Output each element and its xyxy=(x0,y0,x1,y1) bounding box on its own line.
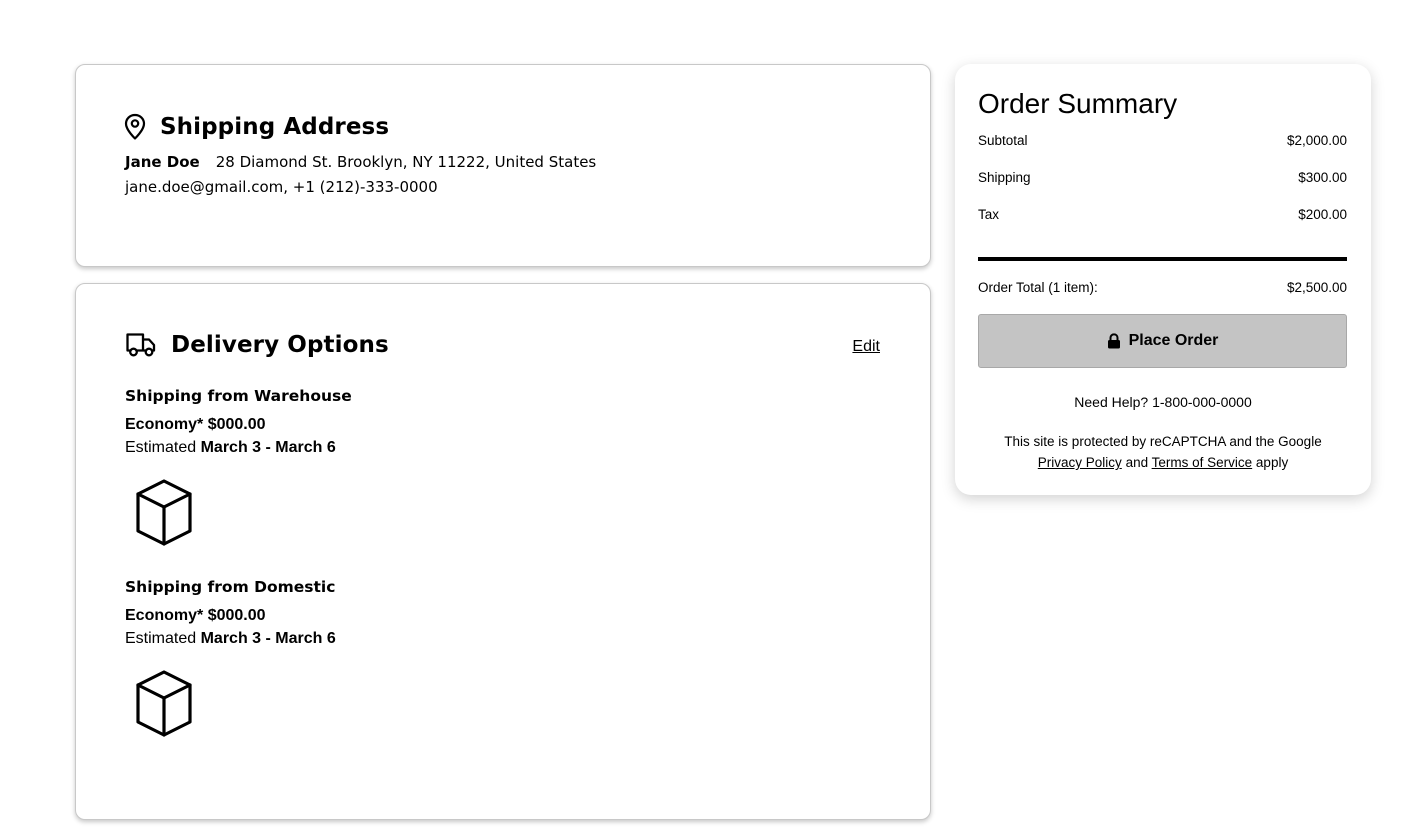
privacy-policy-link[interactable]: Privacy Policy xyxy=(1038,455,1122,470)
summary-row-tax: Tax $200.00 xyxy=(978,207,1347,222)
recaptcha-notice: This site is protected by reCAPTCHA and … xyxy=(955,431,1371,473)
recipient-name: Jane Doe xyxy=(125,153,200,171)
shipping-price: $000.00 xyxy=(207,416,266,433)
and-text: and xyxy=(1125,455,1149,470)
help-text: Need Help? 1-800-000-0000 xyxy=(1074,394,1252,410)
order-total-value: $2,500.00 xyxy=(1286,280,1347,295)
estimated-label: Estimated xyxy=(125,630,197,647)
delivery-options-title: Delivery Options xyxy=(171,332,389,358)
summary-row-subtotal: Subtotal $2,000.00 xyxy=(978,133,1347,148)
street-address: 28 Diamond St. Brooklyn, NY 11222, Unite… xyxy=(215,153,597,171)
place-order-button[interactable]: Place Order xyxy=(978,314,1347,368)
order-summary-title: Order Summary xyxy=(978,88,1178,119)
summary-row-value: $300.00 xyxy=(1298,170,1347,185)
map-pin-icon xyxy=(124,113,146,141)
summary-row-total: Order Total (1 item): $2,500.00 xyxy=(978,280,1347,295)
apply-text: apply xyxy=(1255,455,1289,470)
shipping-price: $000.00 xyxy=(207,607,266,624)
address-line: Jane Doe 28 Diamond St. Brooklyn, NY 1122… xyxy=(125,153,596,171)
shipment-group-title: Shipping from Warehouse xyxy=(125,387,352,405)
summary-row-label: Tax xyxy=(978,207,1000,222)
package-box-icon xyxy=(136,479,192,546)
estimated-label: Estimated xyxy=(125,439,197,456)
summary-row-value: $2,000.00 xyxy=(1286,133,1347,148)
place-order-label: Place Order xyxy=(1128,332,1219,349)
checkout-page: Shipping Address Jane Doe 28 Diamond St. … xyxy=(0,0,1419,830)
shipping-method: Economy* $000.00 xyxy=(125,607,336,625)
edit-delivery-link[interactable]: Edit xyxy=(852,338,880,356)
delivery-options-card: Delivery Options Edit Shipping from Ware… xyxy=(75,283,931,820)
shipping-method-name: Economy* xyxy=(125,607,204,624)
estimated-delivery: Estimated March 3 - March 6 xyxy=(125,439,352,457)
order-total-label: Order Total (1 item): xyxy=(978,280,1098,295)
summary-row-label: Subtotal xyxy=(978,133,1028,148)
contact-info: jane.doe@gmail.com, +1 (212)-333-0000 xyxy=(125,178,438,196)
estimated-dates: March 3 - March 6 xyxy=(200,439,336,456)
shipping-address-header: Shipping Address xyxy=(124,113,389,141)
package-box-icon xyxy=(136,670,192,737)
shipping-address-card: Shipping Address Jane Doe 28 Diamond St. … xyxy=(75,64,931,267)
summary-row-shipping: Shipping $300.00 xyxy=(978,170,1347,185)
shipping-method-name: Economy* xyxy=(125,416,204,433)
delivery-options-header: Delivery Options xyxy=(125,330,389,360)
estimated-dates: March 3 - March 6 xyxy=(200,630,336,647)
shipment-group-warehouse: Shipping from Warehouse Economy* $000.00… xyxy=(125,387,352,549)
summary-divider xyxy=(978,257,1347,261)
truck-icon xyxy=(125,330,157,360)
summary-row-value: $200.00 xyxy=(1298,207,1347,222)
summary-row-label: Shipping xyxy=(978,170,1031,185)
recaptcha-text: This site is protected by reCAPTCHA and … xyxy=(1004,434,1322,449)
shipment-group-title: Shipping from Domestic xyxy=(125,578,336,596)
shipment-group-domestic: Shipping from Domestic Economy* $000.00 … xyxy=(125,578,336,740)
recaptcha-links: Privacy Policy and Terms of Service appl… xyxy=(955,452,1371,473)
shipping-address-title: Shipping Address xyxy=(160,114,390,140)
shipping-method: Economy* $000.00 xyxy=(125,416,352,434)
lock-icon xyxy=(1107,333,1121,349)
order-summary-card: Order Summary Subtotal $2,000.00 Shippin… xyxy=(955,64,1371,495)
terms-of-service-link[interactable]: Terms of Service xyxy=(1152,455,1253,470)
estimated-delivery: Estimated March 3 - March 6 xyxy=(125,630,336,648)
